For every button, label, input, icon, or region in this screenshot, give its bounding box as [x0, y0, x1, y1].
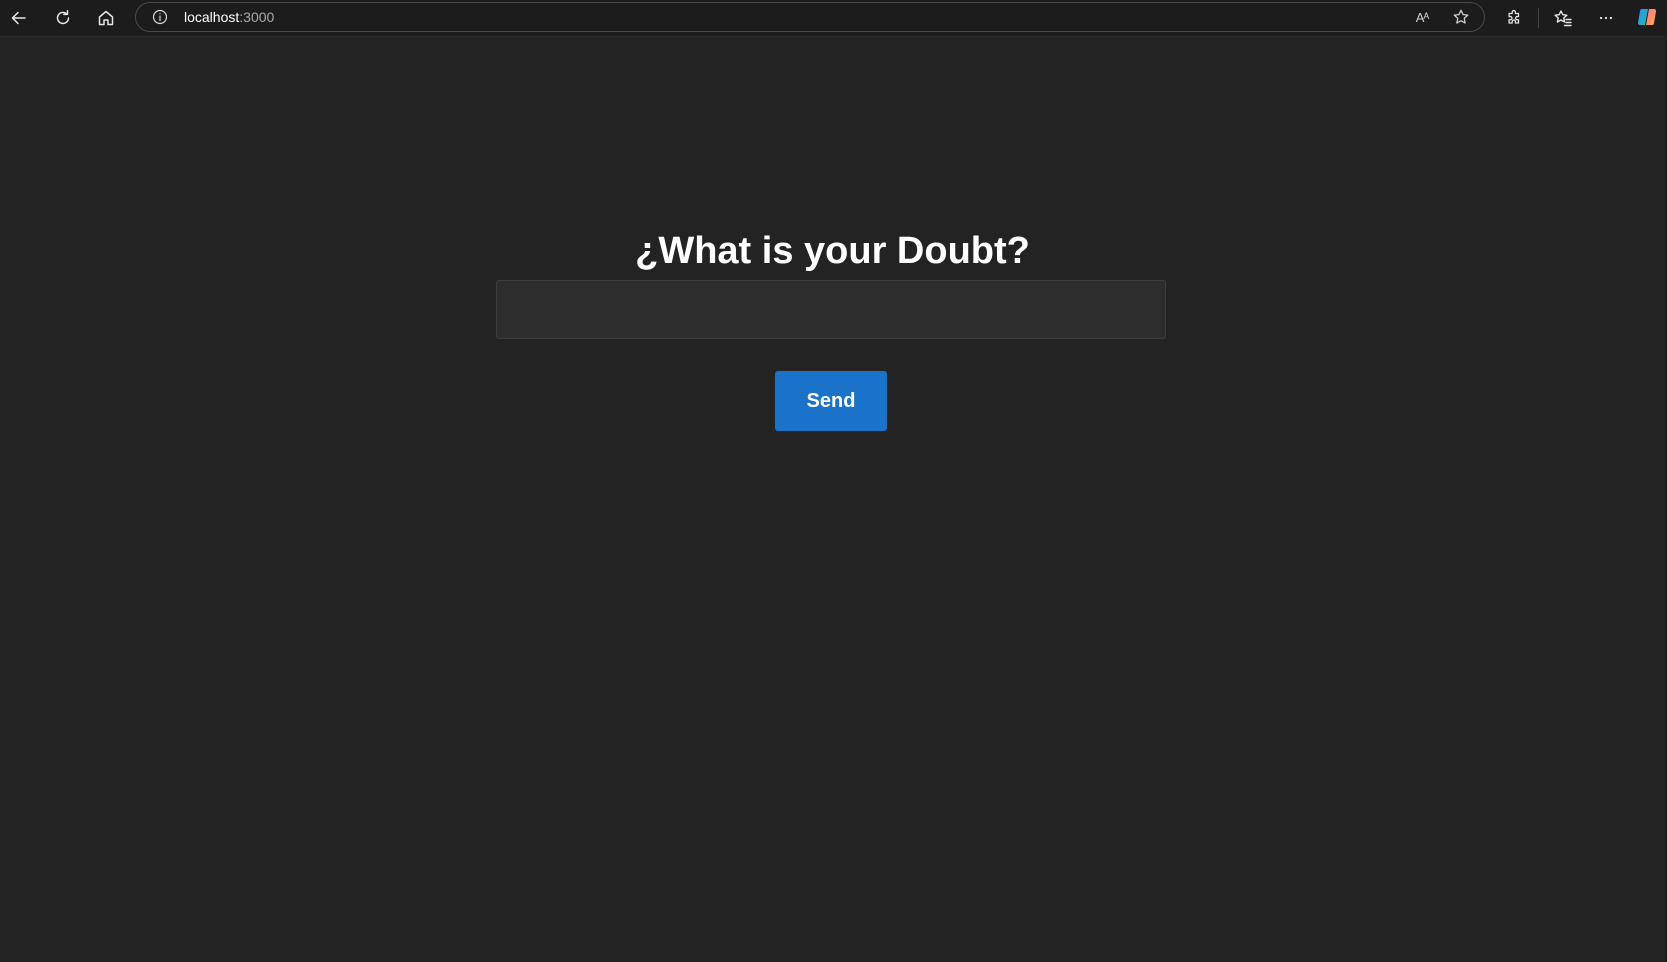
more-options-button[interactable] [1589, 4, 1623, 32]
copilot-button[interactable] [1636, 6, 1658, 28]
page-content: ¿What is your Doubt? Send [0, 37, 1665, 962]
more-dots-icon [1599, 16, 1613, 20]
send-button[interactable]: Send [775, 371, 887, 431]
star-icon [1453, 9, 1469, 24]
info-icon[interactable] [152, 9, 168, 25]
extensions-button[interactable] [1497, 4, 1531, 32]
copilot-icon [1637, 8, 1657, 26]
browser-toolbar: localhost:3000 Aᴬ [0, 0, 1667, 37]
home-icon [98, 10, 114, 26]
favorites-list-icon [1554, 10, 1572, 27]
toolbar-divider [1538, 8, 1539, 28]
page-title: ¿What is your Doubt? [635, 230, 1030, 272]
address-bar[interactable]: localhost:3000 Aᴬ [135, 2, 1485, 32]
refresh-icon [56, 10, 70, 25]
doubt-input[interactable] [496, 280, 1166, 339]
favorite-button[interactable] [1449, 6, 1473, 28]
read-aloud-button[interactable]: Aᴬ [1410, 6, 1434, 28]
url-port: :3000 [239, 9, 275, 25]
url-text[interactable]: localhost:3000 [184, 9, 274, 26]
back-button[interactable] [2, 4, 36, 32]
favorites-button[interactable] [1546, 4, 1580, 32]
refresh-button[interactable] [46, 4, 80, 32]
url-host: localhost [184, 9, 240, 25]
home-button[interactable] [89, 4, 123, 32]
puzzle-icon [1508, 9, 1520, 24]
read-aloud-icon: Aᴬ [1415, 9, 1430, 25]
back-arrow-icon [11, 11, 26, 25]
